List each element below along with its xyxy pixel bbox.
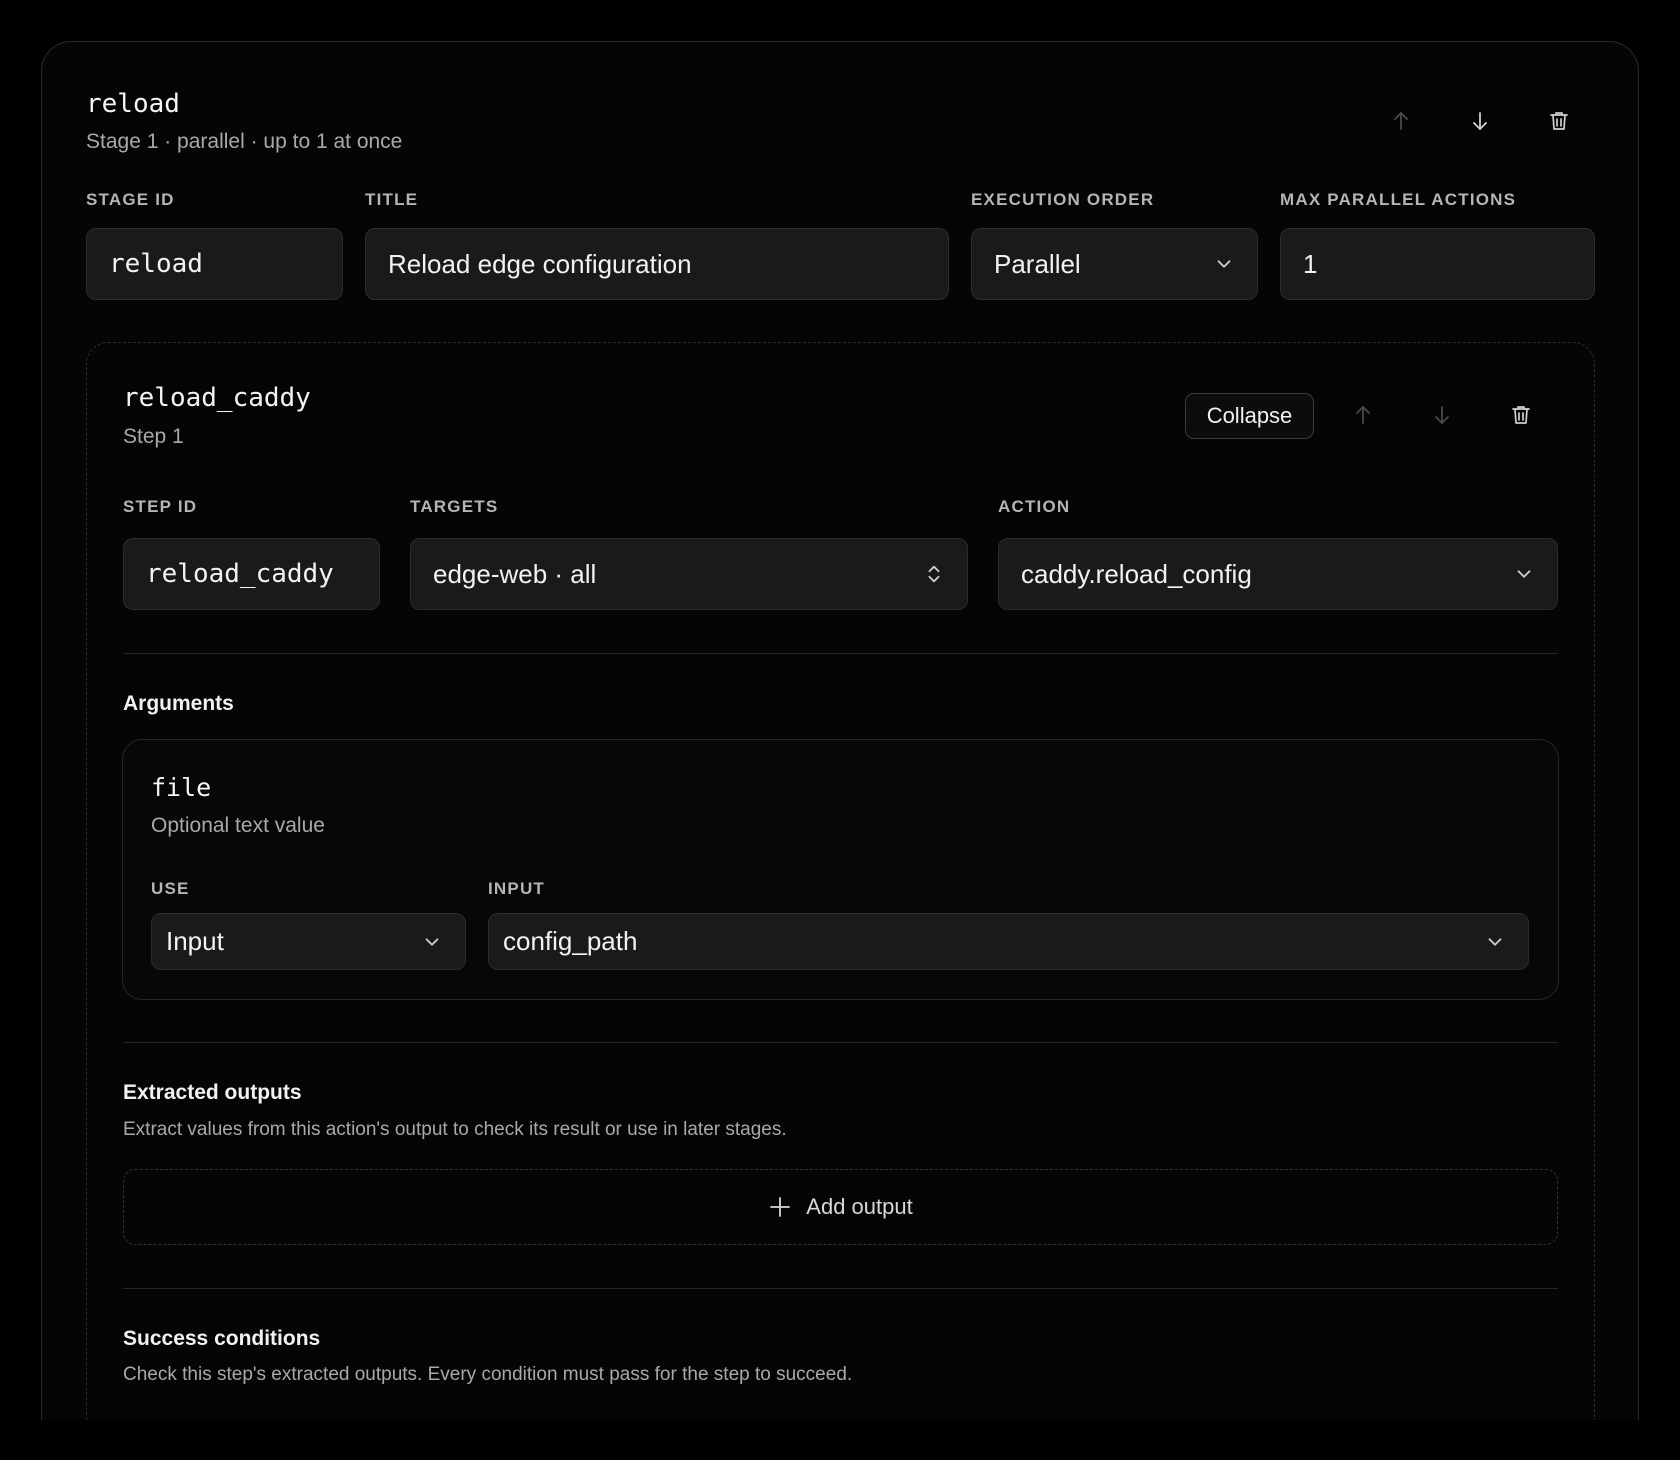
step-name: reload_caddy bbox=[123, 383, 311, 413]
max-parallel-input[interactable]: 1 bbox=[1280, 228, 1595, 300]
chevron-down-icon bbox=[1213, 253, 1235, 275]
arrow-down-icon bbox=[1435, 406, 1449, 424]
stage-subtitle: Stage 1 · parallel · up to 1 at once bbox=[86, 130, 403, 153]
collapse-button[interactable]: Collapse bbox=[1185, 393, 1314, 439]
step-move-up-button[interactable] bbox=[1345, 397, 1381, 433]
arrow-up-icon bbox=[1356, 406, 1370, 424]
chevron-down-icon bbox=[1513, 563, 1535, 585]
execution-order-select[interactable]: Parallel bbox=[971, 228, 1258, 300]
trash-icon bbox=[1512, 406, 1530, 424]
execution-order-value: Parallel bbox=[994, 248, 1081, 279]
page-clip: reload Stage 1 · parallel · up to 1 at o… bbox=[0, 0, 1680, 1420]
step-id-input[interactable]: reload_caddy bbox=[123, 538, 380, 610]
divider bbox=[123, 653, 1558, 654]
chevron-down-icon bbox=[1484, 931, 1506, 953]
stage-move-up-button[interactable] bbox=[1383, 103, 1419, 139]
input-label: INPUT bbox=[488, 879, 545, 898]
arrow-down-icon bbox=[1473, 112, 1487, 130]
step-delete-button[interactable] bbox=[1503, 397, 1539, 433]
stage-move-down-button[interactable] bbox=[1462, 103, 1498, 139]
max-parallel-label: MAX PARALLEL ACTIONS bbox=[1280, 190, 1517, 209]
execution-order-label: EXECUTION ORDER bbox=[971, 190, 1155, 209]
use-value: Input bbox=[166, 926, 224, 956]
success-conditions-description: Check this step's extracted outputs. Eve… bbox=[123, 1364, 853, 1385]
arguments-title: Arguments bbox=[123, 692, 234, 715]
argument-description: Optional text value bbox=[151, 814, 325, 837]
arrow-up-icon bbox=[1394, 112, 1408, 130]
add-output-button[interactable]: Add output bbox=[123, 1169, 1558, 1245]
chevron-up-down-icon bbox=[923, 563, 945, 585]
use-label: USE bbox=[151, 879, 190, 898]
stage-id-input[interactable]: reload bbox=[86, 228, 343, 300]
use-select[interactable]: Input bbox=[151, 913, 466, 970]
action-value: caddy.reload_config bbox=[1021, 558, 1252, 589]
title-value: Reload edge configuration bbox=[388, 248, 692, 279]
stage-delete-button[interactable] bbox=[1541, 103, 1577, 139]
step-move-down-button[interactable] bbox=[1424, 397, 1460, 433]
stage-id-label: STAGE ID bbox=[86, 190, 175, 209]
action-select[interactable]: caddy.reload_config bbox=[998, 538, 1558, 610]
add-output-label: Add output bbox=[806, 1194, 913, 1219]
stage-id-value: reload bbox=[109, 249, 203, 279]
divider bbox=[123, 1042, 1558, 1043]
targets-value: edge-web · all bbox=[433, 558, 597, 589]
step-subtitle: Step 1 bbox=[123, 425, 184, 448]
extracted-outputs-title: Extracted outputs bbox=[123, 1081, 302, 1104]
input-select[interactable]: config_path bbox=[488, 913, 1529, 970]
chevron-down-icon bbox=[421, 931, 443, 953]
title-input[interactable]: Reload edge configuration bbox=[365, 228, 949, 300]
argument-name: file bbox=[151, 773, 212, 802]
targets-select[interactable]: edge-web · all bbox=[410, 538, 968, 610]
trash-icon bbox=[1550, 112, 1568, 130]
max-parallel-value: 1 bbox=[1303, 248, 1318, 279]
divider bbox=[123, 1288, 1558, 1289]
title-label: TITLE bbox=[365, 190, 419, 209]
success-conditions-title: Success conditions bbox=[123, 1327, 321, 1350]
step-id-value: reload_caddy bbox=[146, 559, 334, 589]
targets-label: TARGETS bbox=[410, 497, 499, 516]
step-id-label: STEP ID bbox=[123, 497, 198, 516]
input-value: config_path bbox=[503, 926, 638, 956]
stage-name: reload bbox=[86, 89, 180, 119]
action-label: ACTION bbox=[998, 497, 1071, 516]
extracted-outputs-description: Extract values from this action's output… bbox=[123, 1119, 787, 1140]
plus-icon bbox=[770, 1197, 791, 1217]
